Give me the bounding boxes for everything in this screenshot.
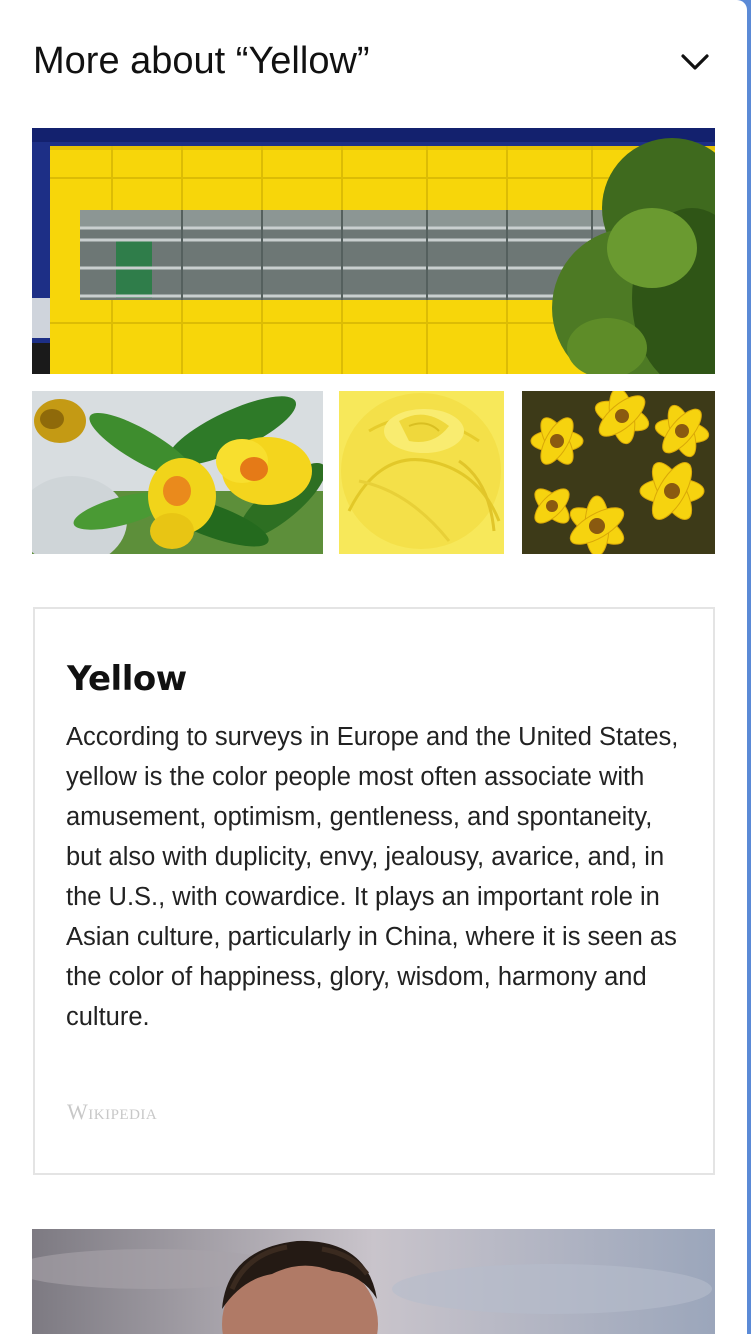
wikipedia-card: Yellow According to surveys in Europe an… — [33, 607, 715, 1175]
panel-title: More about “Yellow” — [33, 40, 370, 82]
detail-panel: More about “Yellow” Yellow According to … — [0, 0, 747, 1334]
wikipedia-logo[interactable]: Wikipedia — [67, 1099, 157, 1125]
image-yellow-hibiscus[interactable] — [32, 391, 323, 554]
image-yellow-rose[interactable] — [339, 391, 504, 554]
image-person[interactable] — [32, 1229, 715, 1334]
image-yellow-building[interactable] — [32, 128, 715, 374]
card-description: According to surveys in Europe and the U… — [66, 723, 679, 1031]
chevron-down-icon[interactable] — [679, 46, 711, 78]
image-yellow-daisies[interactable] — [522, 391, 715, 554]
panel-header: More about “Yellow” — [33, 38, 713, 88]
card-title: Yellow — [67, 659, 187, 699]
